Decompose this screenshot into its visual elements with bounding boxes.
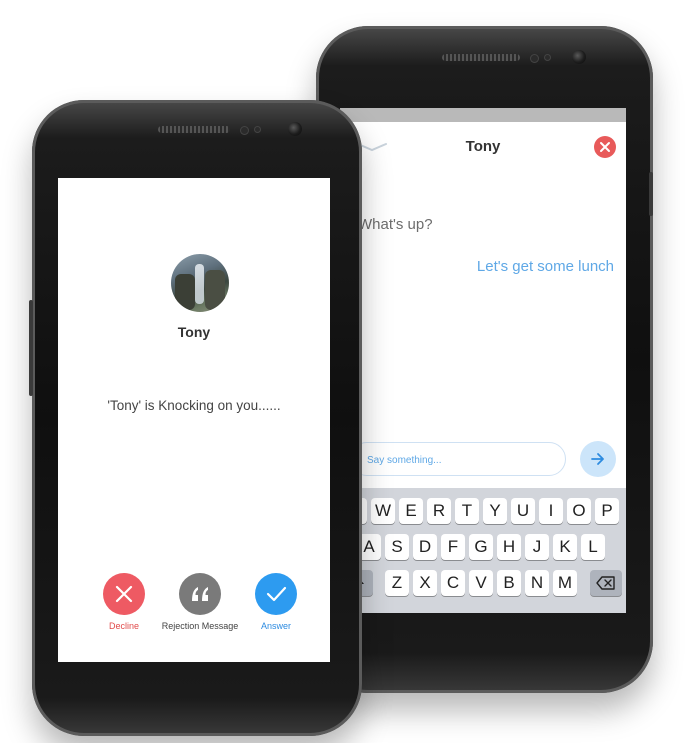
- chat-title: Tony: [465, 138, 501, 155]
- key[interactable]: V: [469, 570, 493, 596]
- answer-label: Answer: [260, 621, 291, 631]
- avatar: [171, 254, 229, 312]
- check-icon: [266, 586, 287, 602]
- sensor-dot: [530, 54, 539, 63]
- on-screen-keyboard: Q W E R T Y U I O P A S D F G H J K L: [340, 488, 626, 613]
- quote-icon: [192, 587, 208, 601]
- avatar-image-detail: [175, 274, 195, 310]
- key[interactable]: J: [525, 534, 549, 560]
- key[interactable]: Z: [385, 570, 409, 596]
- back-phone-device: Tony What's up? Let's get some lunch Q W…: [316, 26, 653, 693]
- sensor-dot: [240, 126, 249, 135]
- answer-button[interactable]: Answer: [231, 573, 321, 631]
- sensor-dot: [544, 54, 551, 61]
- key[interactable]: S: [385, 534, 409, 560]
- sensor-dot: [254, 126, 261, 133]
- earpiece-speaker: [442, 54, 520, 61]
- front-camera: [572, 50, 586, 64]
- front-camera: [288, 122, 302, 136]
- key[interactable]: E: [399, 498, 423, 524]
- send-button[interactable]: [580, 441, 616, 477]
- key[interactable]: H: [497, 534, 521, 560]
- key[interactable]: F: [441, 534, 465, 560]
- key[interactable]: R: [427, 498, 451, 524]
- close-button[interactable]: [594, 136, 616, 158]
- side-button: [649, 172, 653, 216]
- key[interactable]: G: [469, 534, 493, 560]
- key[interactable]: T: [455, 498, 479, 524]
- incoming-call-screen: Tony 'Tony' is Knocking on you...... Dec…: [58, 178, 330, 662]
- arrow-right-icon: [591, 453, 604, 465]
- close-icon: [115, 585, 133, 603]
- key[interactable]: I: [539, 498, 563, 524]
- key[interactable]: B: [497, 570, 521, 596]
- key[interactable]: K: [553, 534, 577, 560]
- avatar-image-detail: [195, 264, 204, 304]
- chat-screen: Tony What's up? Let's get some lunch Q W…: [340, 108, 626, 613]
- close-icon: [600, 142, 610, 152]
- decline-circle[interactable]: [103, 573, 145, 615]
- call-status-text: 'Tony' is Knocking on you......: [107, 398, 281, 413]
- front-phone-device: Tony 'Tony' is Knocking on you...... Dec…: [29, 100, 362, 736]
- call-actions: Decline Rejection Message Answer: [58, 573, 330, 643]
- key[interactable]: U: [511, 498, 535, 524]
- rejection-circle[interactable]: [179, 573, 221, 615]
- key[interactable]: O: [567, 498, 591, 524]
- side-button: [29, 300, 33, 396]
- status-bar: [340, 108, 626, 122]
- message-composer: [350, 442, 566, 476]
- keyboard-row-3: Z X C V B N M: [340, 570, 626, 596]
- key[interactable]: Y: [483, 498, 507, 524]
- avatar-image-detail: [205, 270, 225, 310]
- backspace-key[interactable]: [590, 570, 622, 596]
- key[interactable]: L: [581, 534, 605, 560]
- backspace-icon: [596, 576, 615, 590]
- key[interactable]: X: [413, 570, 437, 596]
- key[interactable]: W: [371, 498, 395, 524]
- key[interactable]: P: [595, 498, 619, 524]
- key[interactable]: D: [413, 534, 437, 560]
- chat-header: Tony: [340, 122, 626, 170]
- earpiece-speaker: [158, 126, 230, 133]
- answer-circle[interactable]: [255, 573, 297, 615]
- incoming-message: What's up?: [358, 216, 433, 233]
- keyboard-row-1: Q W E R T Y U I O P: [340, 498, 626, 524]
- key[interactable]: N: [525, 570, 549, 596]
- outgoing-message: Let's get some lunch: [476, 258, 614, 275]
- keyboard-row-2: A S D F G H J K L: [340, 534, 626, 560]
- key[interactable]: C: [441, 570, 465, 596]
- caller-name: Tony: [177, 324, 211, 340]
- message-input[interactable]: [365, 450, 559, 470]
- key[interactable]: M: [553, 570, 577, 596]
